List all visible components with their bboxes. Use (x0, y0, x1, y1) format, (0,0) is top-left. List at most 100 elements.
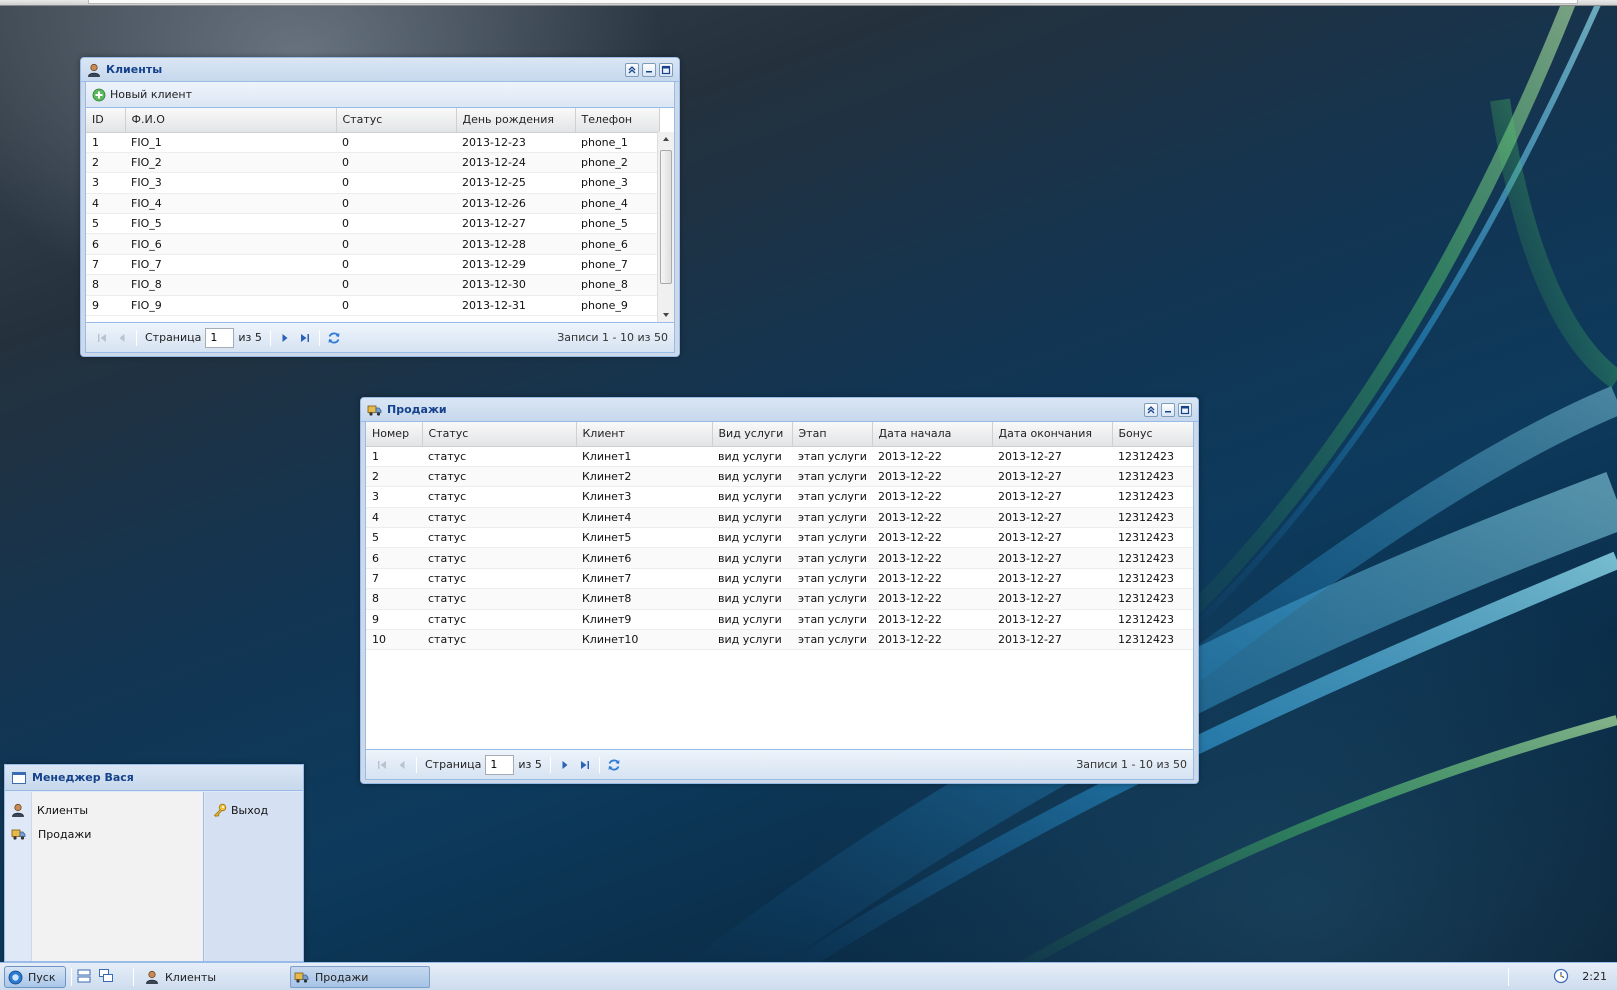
cell-service-type: вид услуги (712, 527, 792, 549)
clients-scrollbar[interactable] (657, 132, 674, 322)
next-page-button[interactable] (275, 328, 295, 348)
refresh-button[interactable] (324, 328, 344, 348)
tray-clock-icon[interactable] (1553, 968, 1569, 987)
table-row[interactable]: 8 FIO_8 0 2013-12-30 phone_8 (86, 274, 659, 296)
key-icon (213, 803, 227, 817)
table-row[interactable]: 3 FIO_3 0 2013-12-25 phone_3 (86, 172, 659, 194)
sales-grid-header: Номер Статус Клиент Вид услуги Этап Дата… (366, 422, 1193, 447)
cell-client: Клинет10 (576, 629, 712, 651)
table-row[interactable]: 3 статус Клинет3 вид услуги этап услуги 2013-… (366, 486, 1193, 508)
cell-status: статус (422, 527, 576, 549)
scroll-up-icon[interactable] (658, 134, 674, 144)
menu-item-clients[interactable]: Клиенты (11, 800, 88, 820)
table-row[interactable]: 8 статус Клинет8 вид услуги этап услуги 2013-… (366, 588, 1193, 610)
last-page-icon (580, 760, 589, 769)
table-row[interactable]: 9 FIO_9 0 2013-12-31 phone_9 (86, 295, 659, 317)
maximize-button[interactable] (659, 62, 673, 77)
column-header[interactable]: Ф.И.О (125, 108, 337, 133)
table-row[interactable]: 4 статус Клинет4 вид услуги этап услуги 2013-… (366, 507, 1193, 529)
table-row[interactable]: 2 FIO_2 0 2013-12-24 phone_2 (86, 152, 659, 174)
first-page-button[interactable] (92, 328, 112, 348)
cell-status: 0 (336, 152, 456, 174)
table-row[interactable]: 10 статус Клинет10 вид услуги этап услуги 201… (366, 629, 1193, 651)
table-row[interactable]: 1 статус Клинет1 вид услуги этап услуги 2013-… (366, 446, 1193, 467)
table-row[interactable]: 5 FIO_5 0 2013-12-27 phone_5 (86, 213, 659, 235)
table-row[interactable]: 7 статус Клинет7 вид услуги этап услуги 2013-… (366, 568, 1193, 590)
next-page-button[interactable] (555, 755, 575, 775)
table-row[interactable]: 1 FIO_1 0 2013-12-23 phone_1 (86, 132, 659, 153)
start-button[interactable]: Пуск (4, 966, 66, 988)
cell-number: 2 (366, 466, 422, 488)
cell-stage: этап услуги (792, 629, 872, 651)
new-client-button[interactable]: Новый клиент (92, 88, 192, 102)
cell-bonus: 12312423 (1112, 527, 1193, 549)
task-clients[interactable]: Клиенты (142, 966, 282, 988)
prev-page-button[interactable] (112, 328, 132, 348)
logout-button[interactable]: Выход (213, 800, 268, 820)
cell-number: 7 (366, 568, 422, 590)
column-header[interactable]: Телефон (575, 108, 660, 133)
column-header[interactable]: Статус (422, 422, 577, 447)
clients-window[interactable]: Клиенты Новый клиент ID Ф.И.О Статус Ден… (80, 57, 680, 357)
column-header[interactable]: Клиент (576, 422, 713, 447)
table-row[interactable]: 7 FIO_7 0 2013-12-29 phone_7 (86, 254, 659, 276)
cell-status: статус (422, 486, 576, 508)
cell-client: Клинет4 (576, 507, 712, 529)
table-row[interactable]: 6 FIO_6 0 2013-12-28 phone_6 (86, 233, 659, 255)
table-row[interactable]: 9 статус Клинет9 вид услуги этап услуги 2013-… (366, 609, 1193, 631)
prev-page-icon (399, 760, 405, 769)
column-header[interactable]: Бонус (1112, 422, 1193, 447)
cell-stage: этап услуги (792, 547, 872, 569)
sales-window-header[interactable]: Продажи (361, 398, 1198, 422)
minimize-button[interactable] (1161, 402, 1175, 417)
cell-start-date: 2013-12-22 (872, 507, 992, 529)
cell-phone: phone_8 (575, 274, 659, 296)
user-icon (146, 970, 158, 984)
scrollbar-thumb[interactable] (660, 150, 672, 284)
table-row[interactable]: 4 FIO_4 0 2013-12-26 phone_4 (86, 193, 659, 215)
page-number-input[interactable] (205, 327, 235, 348)
cell-bonus: 12312423 (1112, 588, 1193, 610)
last-page-button[interactable] (295, 328, 315, 348)
cascade-windows-button[interactable] (98, 968, 116, 986)
collapse-button[interactable] (1144, 402, 1158, 417)
cell-stage: этап услуги (792, 486, 872, 508)
column-header[interactable]: Статус (336, 108, 457, 133)
tile-windows-button[interactable] (76, 968, 94, 986)
menu-item-sales[interactable]: Продажи (11, 824, 91, 844)
sales-grid[interactable]: Номер Статус Клиент Вид услуги Этап Дата… (366, 422, 1193, 749)
column-header[interactable]: День рождения (456, 108, 576, 133)
column-header[interactable]: ID (86, 108, 126, 133)
clients-grid[interactable]: ID Ф.И.О Статус День рождения Телефон 1F… (86, 108, 674, 322)
table-row[interactable]: 5 статус Клинет5 вид услуги этап услуги 2013-… (366, 527, 1193, 549)
collapse-button[interactable] (625, 62, 639, 77)
column-header[interactable]: Номер (366, 422, 423, 447)
refresh-button[interactable] (604, 755, 624, 775)
cell-status: 0 (336, 132, 456, 153)
column-header[interactable]: Дата окончания (992, 422, 1113, 447)
column-header[interactable]: Вид услуги (712, 422, 793, 447)
column-header[interactable]: Этап (792, 422, 873, 447)
clients-window-header[interactable]: Клиенты (81, 58, 679, 82)
minimize-button[interactable] (642, 62, 656, 77)
cell-client: Клинет7 (576, 568, 712, 590)
first-page-button[interactable] (372, 755, 392, 775)
scroll-down-icon[interactable] (658, 310, 674, 320)
sales-window[interactable]: Продажи Номер Статус Клиент Вид услуги Э… (360, 397, 1199, 784)
cell-bonus: 12312423 (1112, 446, 1193, 467)
last-page-icon (300, 333, 309, 342)
prev-page-button[interactable] (392, 755, 412, 775)
double-chevron-up-icon (1147, 405, 1155, 413)
refresh-icon (328, 332, 340, 343)
cell-start-date: 2013-12-22 (872, 486, 992, 508)
last-page-button[interactable] (575, 755, 595, 775)
task-sales[interactable]: Продажи (290, 966, 430, 988)
table-row[interactable]: 6 статус Клинет6 вид услуги этап услуги 2013-… (366, 547, 1193, 569)
page-number-input[interactable] (485, 754, 515, 775)
clients-window-title: Клиенты (106, 63, 163, 76)
cascade-windows-icon (99, 969, 113, 982)
maximize-button[interactable] (1178, 402, 1192, 417)
browser-top-edge (0, 0, 1617, 6)
column-header[interactable]: Дата начала (872, 422, 993, 447)
table-row[interactable]: 2 статус Клинет2 вид услуги этап услуги 2013-… (366, 466, 1193, 488)
